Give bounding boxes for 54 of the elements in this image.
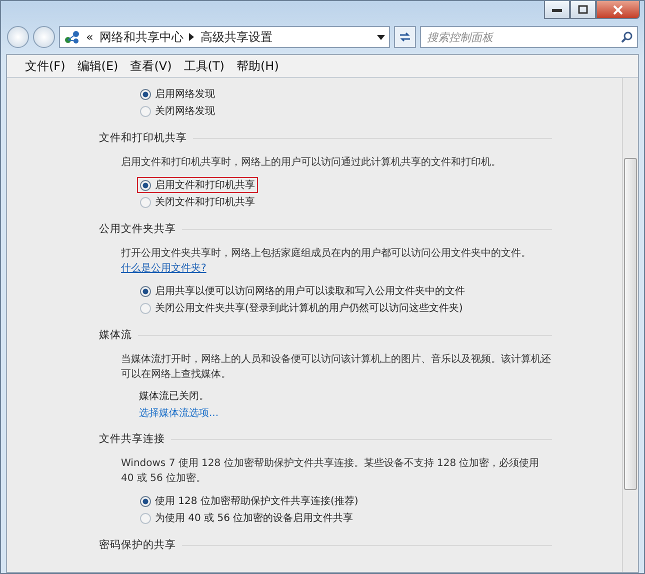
options-link[interactable]: 选择媒体流选项...	[139, 406, 552, 420]
close-icon	[613, 4, 623, 14]
search-icon	[621, 31, 633, 43]
refresh-button[interactable]	[394, 26, 416, 48]
status-text: 媒体流已关闭。	[139, 390, 210, 403]
separator-icon	[189, 33, 194, 41]
minimize-button[interactable]	[544, 1, 570, 19]
section-heading: 密码保护的共享	[99, 538, 176, 552]
menu-item[interactable]: 帮助(H)	[230, 58, 285, 74]
radio-button[interactable]	[140, 286, 151, 296]
radio-button[interactable]	[140, 106, 151, 116]
address-bar[interactable]: « 网络和共享中心 高级共享设置	[59, 26, 390, 48]
option-label[interactable]: 关闭公用文件夹共享(登录到此计算机的用户仍然可以访问这些文件夹)	[155, 301, 463, 315]
network-icon	[64, 30, 80, 44]
menu-item[interactable]: 工具(T)	[178, 58, 230, 74]
section-heading: 公用文件夹共享	[99, 222, 176, 236]
radio-button[interactable]	[140, 512, 151, 524]
breadcrumb[interactable]: 高级共享设置	[200, 28, 272, 46]
option-label[interactable]: 关闭文件和打印机共享	[155, 195, 255, 209]
radio-button[interactable]	[140, 180, 151, 190]
section-description: 启用文件和打印机共享时，网络上的用户可以访问通过此计算机共享的文件和打印机。	[121, 156, 502, 170]
option-label[interactable]: 使用 128 位加密帮助保护文件共享连接(推荐)	[155, 494, 358, 508]
close-button[interactable]	[596, 1, 640, 19]
option-label[interactable]: 启用网络发现	[155, 87, 215, 101]
section-description: 打开公用文件夹共享时，网络上包括家庭组成员在内的用户都可以访问公用文件夹中的文件。 什么是公用文件夹?	[121, 246, 532, 276]
back-button[interactable]	[7, 26, 29, 48]
overflow-chevron[interactable]: «	[86, 30, 94, 44]
menu-item[interactable]: 编辑(E)	[71, 58, 124, 74]
menu-item[interactable]: 查看(V)	[124, 58, 178, 74]
section-heading: 媒体流	[99, 328, 132, 342]
option-label[interactable]: 关闭网络发现	[155, 104, 215, 118]
maximize-icon	[578, 5, 588, 14]
radio-button[interactable]	[140, 302, 151, 314]
help-link[interactable]: 什么是公用文件夹?	[121, 263, 206, 274]
option-label[interactable]: 为使用 40 或 56 位加密的设备启用文件共享	[155, 511, 354, 525]
minimize-icon	[552, 8, 562, 12]
scrollbar[interactable]	[622, 78, 638, 572]
section-description: 当媒体流打开时，网络上的人员和设备便可以访问该计算机上的图片、音乐以及视频。该计算机还可以在网络上查找媒体。	[121, 352, 552, 382]
radio-button[interactable]	[140, 88, 151, 100]
search-input[interactable]: 搜索控制面板	[425, 30, 621, 44]
radio-button[interactable]	[140, 196, 151, 208]
forward-button[interactable]	[33, 26, 55, 48]
menu-item[interactable]: 文件(F)	[19, 58, 72, 74]
dropdown-icon[interactable]	[377, 34, 385, 40]
section-description: Windows 7 使用 128 位加密帮助保护文件共享连接。某些设备不支持 128 位加密，必须使用 40 或 56 位加密。	[121, 456, 540, 486]
breadcrumb[interactable]: 网络和共享中心	[99, 28, 184, 46]
option-label[interactable]: 启用共享以便可以访问网络的用户可以读取和写入公用文件夹中的文件	[155, 284, 465, 298]
search-field[interactable]: 搜索控制面板	[420, 26, 638, 48]
option-label[interactable]: 启用文件和打印机共享	[155, 178, 255, 192]
maximize-button[interactable]	[570, 1, 596, 19]
radio-button[interactable]	[140, 496, 151, 506]
section-heading: 文件和打印机共享	[99, 131, 187, 145]
section-heading: 文件共享连接	[99, 432, 165, 446]
refresh-icon	[398, 31, 412, 43]
